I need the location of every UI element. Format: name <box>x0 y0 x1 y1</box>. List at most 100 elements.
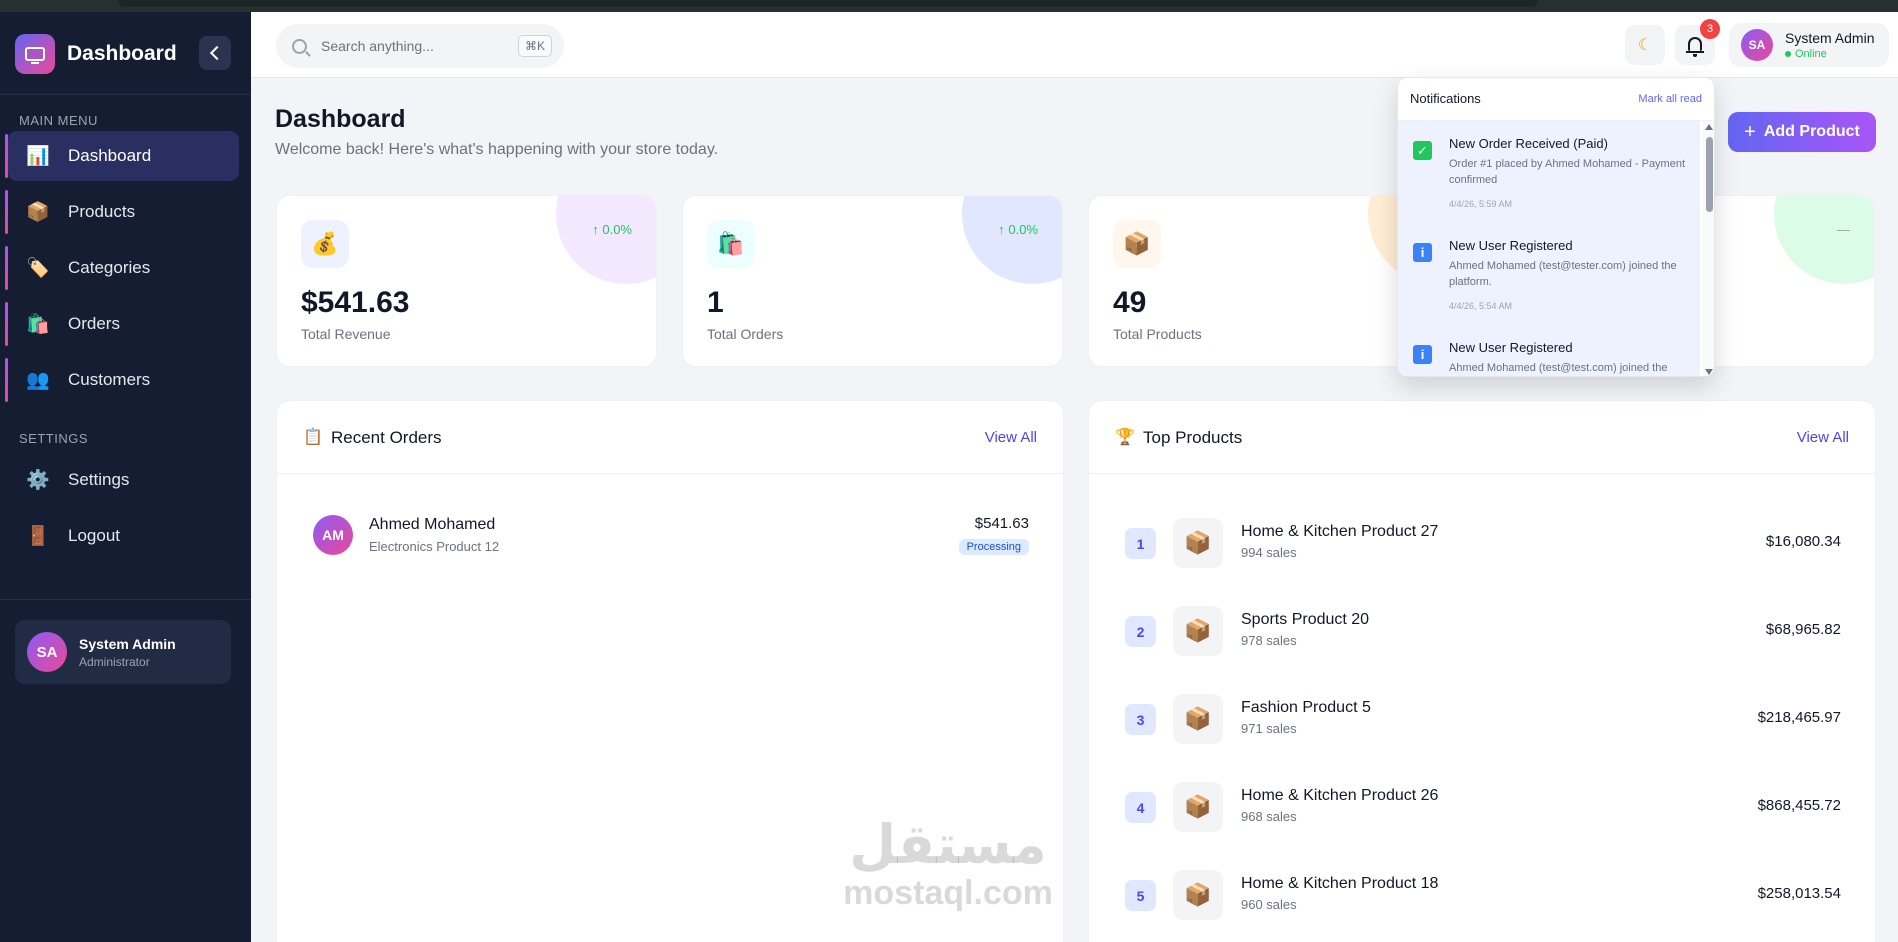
top-header: ⌘K ☾ 3 SA System Admin Online <box>251 12 1898 78</box>
notifications-header: Notifications Mark all read <box>1398 78 1714 121</box>
sidebar-item-customers[interactable]: 👥 Customers <box>5 355 239 405</box>
package-icon: 📦 <box>1173 694 1223 744</box>
view-all-products-link[interactable]: View All <box>1797 429 1849 446</box>
gear-icon: ⚙️ <box>26 470 50 491</box>
stat-label: Total Products <box>1113 326 1202 342</box>
sidebar-item-label: Logout <box>68 526 120 545</box>
package-icon: 📦 <box>1173 782 1223 832</box>
user-menu[interactable]: SA System Admin Online <box>1729 23 1889 67</box>
scroll-down-icon[interactable] <box>1705 369 1713 375</box>
chart-icon: 📊 <box>26 146 50 167</box>
shopping-bags-icon: 🛍️ <box>707 220 755 268</box>
package-icon: 📦 <box>26 202 50 223</box>
product-sales: 994 sales <box>1241 545 1297 560</box>
item-indicator <box>5 190 8 234</box>
list-item[interactable]: 1 📦 Home & Kitchen Product 27 994 sales … <box>1125 517 1841 569</box>
notification-date: 4/4/26, 5:59 AM <box>1449 199 1513 209</box>
item-indicator <box>5 246 8 290</box>
sidebar-item-label: Orders <box>68 314 120 333</box>
watermark: مستقل mostaql.com <box>833 815 1063 912</box>
notifications-list[interactable]: ✓ New Order Received (Paid) Order #1 pla… <box>1398 121 1700 376</box>
main-menu-label: MAIN MENU <box>19 113 98 128</box>
moon-icon: ☾ <box>1637 37 1653 54</box>
product-name: Home & Kitchen Product 26 <box>1241 787 1439 804</box>
notification-title: New Order Received (Paid) <box>1449 136 1608 151</box>
decorative-circle <box>556 196 656 284</box>
notification-title: New User Registered <box>1449 340 1573 355</box>
sidebar: Dashboard MAIN MENU 📊 Dashboard 📦 Produc… <box>0 12 251 942</box>
check-icon: ✓ <box>1413 141 1432 160</box>
notification-message: Ahmed Mohamed (test@test.com) joined the <box>1449 362 1668 374</box>
theme-toggle-button[interactable]: ☾ <box>1625 25 1665 65</box>
add-product-label: Add Product <box>1763 123 1860 140</box>
stat-change: — <box>1837 222 1850 237</box>
avatar: AM <box>313 515 353 555</box>
list-item[interactable]: 2 📦 Sports Product 20 978 sales $68,965.… <box>1125 605 1841 657</box>
product-sales: 971 sales <box>1241 721 1297 736</box>
avatar: SA <box>27 632 67 672</box>
notifications-title: Notifications <box>1410 91 1481 106</box>
scrollbar-thumb[interactable] <box>1706 137 1713 212</box>
watermark-latin: mostaql.com <box>843 874 1053 912</box>
list-item[interactable]: 3 📦 Fashion Product 5 971 sales $218,465… <box>1125 693 1841 745</box>
status-text: Online <box>1795 48 1827 60</box>
scroll-up-icon[interactable] <box>1705 124 1713 130</box>
product-revenue: $258,013.54 <box>1757 885 1841 902</box>
notifications-scrollbar[interactable] <box>1703 121 1714 376</box>
bell-icon <box>1686 37 1704 57</box>
browser-tab-bar <box>118 0 1538 7</box>
collapse-sidebar-button[interactable] <box>199 36 231 70</box>
rank-badge: 3 <box>1125 704 1156 735</box>
search-bar[interactable]: ⌘K <box>276 24 564 68</box>
stat-value: $541.63 <box>301 286 410 319</box>
product-name: Electronics Product 12 <box>369 539 500 554</box>
sidebar-item-label: Settings <box>68 470 130 489</box>
product-name: Home & Kitchen Product 18 <box>1241 875 1439 892</box>
trophy-icon: 🏆 <box>1115 429 1135 446</box>
search-icon <box>292 38 307 54</box>
package-icon: 📦 <box>1113 220 1161 268</box>
item-indicator <box>5 302 8 346</box>
sidebar-item-orders[interactable]: 🛍️ Orders <box>5 299 239 349</box>
page-title: Dashboard <box>275 105 406 133</box>
stat-label: Total Revenue <box>301 326 391 342</box>
sidebar-item-logout[interactable]: 🚪 Logout <box>8 511 239 561</box>
shortcut-hint: ⌘K <box>518 35 552 57</box>
rank-badge: 5 <box>1125 880 1156 911</box>
panel-title: Recent Orders <box>331 428 442 447</box>
rank-badge: 4 <box>1125 792 1156 823</box>
stat-card-orders: 🛍️ 1 Total Orders ↑ 0.0% <box>682 195 1063 367</box>
notification-message: Ahmed Mohamed (test@tester.com) joined t… <box>1449 260 1677 288</box>
decorative-circle <box>1774 196 1874 284</box>
list-item[interactable]: AM Ahmed Mohamed Electronics Product 12 … <box>313 513 1029 557</box>
product-name: Fashion Product 5 <box>1241 699 1371 716</box>
add-product-button[interactable]: + Add Product <box>1728 112 1876 152</box>
item-indicator <box>5 358 8 402</box>
door-icon: 🚪 <box>26 526 50 547</box>
sidebar-item-categories[interactable]: 🏷️ Categories <box>5 243 239 293</box>
rank-badge: 2 <box>1125 616 1156 647</box>
list-item[interactable]: 5 📦 Home & Kitchen Product 18 960 sales … <box>1125 869 1841 921</box>
sidebar-item-dashboard[interactable]: 📊 Dashboard <box>5 131 239 181</box>
search-input[interactable] <box>321 38 501 54</box>
notification-item[interactable]: i New User Registered Ahmed Mohamed (tes… <box>1398 325 1700 376</box>
user-name: System Admin <box>1785 30 1875 46</box>
panel-title: Top Products <box>1143 428 1243 447</box>
sidebar-item-settings[interactable]: ⚙️ Settings <box>8 455 239 505</box>
chevron-left-icon <box>209 45 225 61</box>
online-dot-icon <box>1785 51 1791 57</box>
sidebar-item-label: Customers <box>68 370 151 389</box>
sidebar-item-products[interactable]: 📦 Products <box>5 187 239 237</box>
list-item[interactable]: 4 📦 Home & Kitchen Product 26 968 sales … <box>1125 781 1841 833</box>
notification-item[interactable]: i New User Registered Ahmed Mohamed (tes… <box>1398 223 1700 325</box>
sidebar-item-label: Dashboard <box>68 146 152 165</box>
product-name: Sports Product 20 <box>1241 611 1370 628</box>
info-icon: i <box>1413 345 1432 364</box>
mark-all-read-link[interactable]: Mark all read <box>1638 93 1702 105</box>
settings-label: SETTINGS <box>19 431 89 446</box>
view-all-orders-link[interactable]: View All <box>985 429 1037 446</box>
sidebar-user-card[interactable]: SA System Admin Administrator <box>15 620 231 684</box>
notification-item[interactable]: ✓ New Order Received (Paid) Order #1 pla… <box>1398 121 1700 223</box>
brand-title: Dashboard <box>67 42 177 65</box>
status-indicator: Online <box>1785 48 1874 60</box>
